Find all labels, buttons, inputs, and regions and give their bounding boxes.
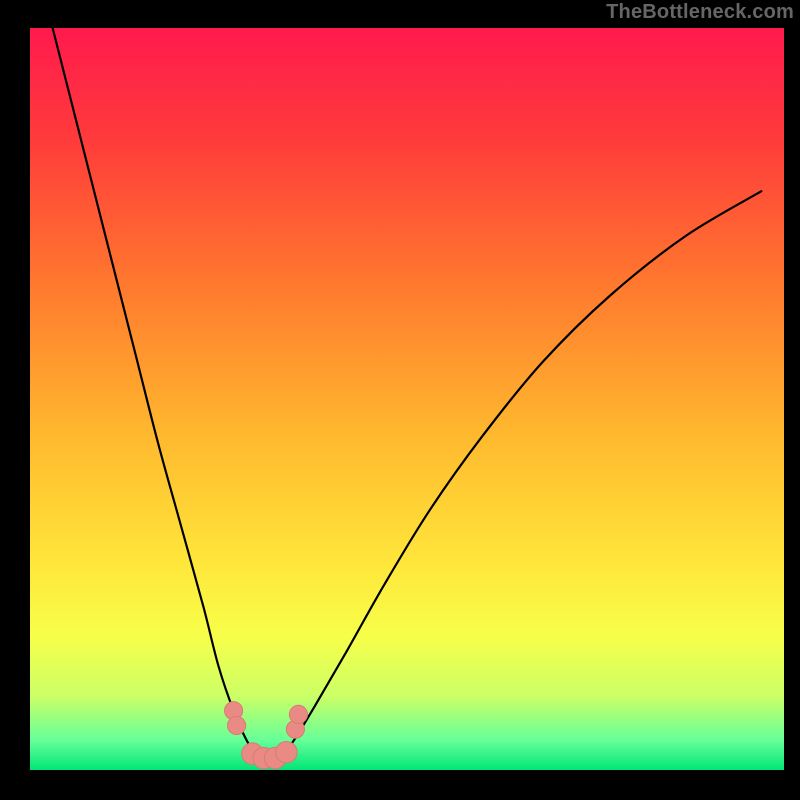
chart-frame: TheBottleneck.com [0, 0, 800, 800]
bottleneck-chart [0, 0, 800, 800]
marker-point [289, 705, 307, 723]
marker-point [228, 716, 246, 734]
plot-background [30, 28, 784, 770]
plot-area [30, 28, 784, 770]
marker-point [276, 741, 297, 762]
watermark-text: TheBottleneck.com [606, 2, 794, 22]
